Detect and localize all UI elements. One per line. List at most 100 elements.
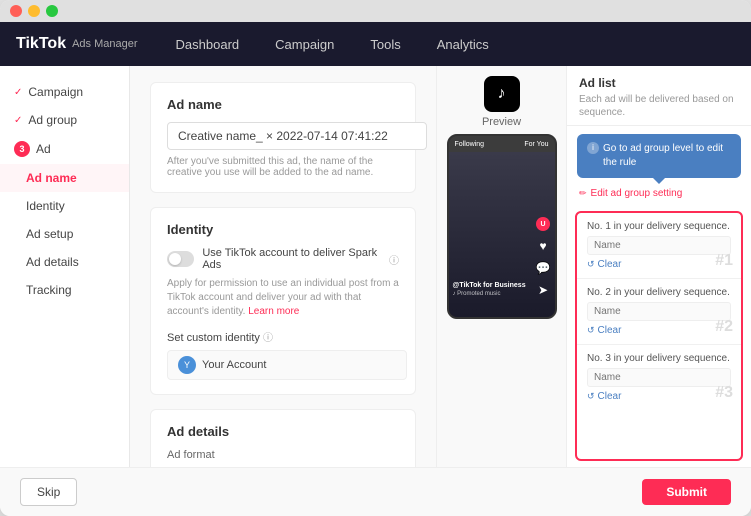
- spark-ads-toggle-row: Use TikTok account to deliver Spark Ads …: [167, 247, 399, 271]
- adlist-item-3: No. 3 in your delivery sequence. ↺ Clear…: [577, 345, 741, 410]
- preview-label: Preview: [482, 116, 521, 128]
- phone-content: @TikTok for Business ♪ Promoted music U …: [449, 152, 555, 317]
- sidebar-item-addetails[interactable]: Ad details: [0, 248, 129, 276]
- share-icon: ➤: [538, 283, 548, 297]
- tiktok-app-icon: ♪: [484, 76, 520, 112]
- tooltip-overlay: i Go to ad group level to edit the rule: [577, 134, 741, 178]
- hint-text-1: Apply for permission to use an individua…: [167, 278, 399, 303]
- phone-preview: Following For You @TikTok for Business ♪…: [447, 134, 557, 319]
- seq-num-3: #3: [715, 384, 733, 402]
- sidebar-item-identity[interactable]: Identity: [0, 192, 129, 220]
- tooltip-text: Go to ad group level to edit the rule: [603, 142, 731, 170]
- account-name: Your Account: [202, 359, 266, 371]
- seq-label-3: No. 3 in your delivery sequence.: [587, 353, 731, 364]
- account-row[interactable]: Y Your Account: [167, 350, 407, 380]
- adname-input-2[interactable]: [587, 302, 731, 321]
- nav-tools[interactable]: Tools: [364, 33, 406, 56]
- main-layout: ✓ Campaign ✓ Ad group 3 Ad Ad name Ident…: [0, 66, 751, 467]
- maximize-btn[interactable]: [46, 5, 58, 17]
- adname-input-3[interactable]: [587, 368, 731, 387]
- close-btn[interactable]: [10, 5, 22, 17]
- clear-btn-1[interactable]: ↺ Clear: [587, 259, 731, 270]
- custom-identity-info-icon: ⓘ: [263, 333, 273, 344]
- custom-identity-label: Set custom identity ⓘ: [167, 329, 399, 344]
- sidebar-item-adsetup[interactable]: Ad setup: [0, 220, 129, 248]
- edit-adgroup-link[interactable]: Edit ad group setting: [587, 188, 687, 199]
- sidebar-item-adgroup[interactable]: ✓ Ad group: [0, 106, 129, 134]
- adname-section: Ad name After you've submitted this ad, …: [150, 82, 416, 193]
- toggle-knob: [169, 253, 181, 265]
- account-avatar: Y: [178, 356, 196, 374]
- sidebar-item-tracking[interactable]: Tracking: [0, 276, 129, 304]
- check-icon: ✓: [14, 87, 22, 98]
- sidebar-item-campaign[interactable]: ✓ Campaign: [0, 78, 129, 106]
- sidebar-label-ad: Ad: [36, 142, 51, 156]
- nav-dashboard[interactable]: Dashboard: [170, 33, 246, 56]
- identity-section: Identity Use TikTok account to deliver S…: [150, 207, 416, 395]
- following-label: Following: [455, 141, 485, 148]
- clear-label-1: Clear: [598, 259, 622, 270]
- brand-logo: TikTok Ads Manager: [16, 35, 138, 53]
- tooltip-content: i Go to ad group level to edit the rule: [587, 142, 731, 170]
- adname-hint: After you've submitted this ad, the name…: [167, 156, 399, 178]
- content-area: Ad name After you've submitted this ad, …: [130, 66, 436, 467]
- adname-title: Ad name: [167, 97, 399, 112]
- submit-button[interactable]: Submit: [642, 479, 731, 505]
- sidebar-item-adname[interactable]: Ad name: [0, 164, 129, 192]
- heart-icon: ♥: [539, 239, 546, 253]
- foryou-label: For You: [524, 141, 548, 148]
- adlist-item-1: No. 1 in your delivery sequence. ↺ Clear…: [577, 213, 741, 279]
- clear-label-3: Clear: [598, 391, 622, 402]
- bottom-bar: Skip Submit: [0, 467, 751, 516]
- edit-pencil-icon: ✏: [579, 188, 587, 199]
- adlist-item-2: No. 2 in your delivery sequence. ↺ Clear…: [577, 279, 741, 345]
- ad-badge: 3: [14, 141, 30, 157]
- sidebar-label-addetails: Ad details: [26, 255, 79, 269]
- adlist-desc: Each ad will be delivered based on seque…: [579, 93, 739, 119]
- adformat-label: Ad format: [167, 449, 399, 461]
- clear-btn-3[interactable]: ↺ Clear: [587, 391, 731, 402]
- adname-input[interactable]: [167, 122, 427, 150]
- clear-icon-2: ↺: [587, 325, 595, 336]
- edit-link-row: ✏ Edit ad group setting: [567, 186, 751, 205]
- titlebar: [0, 0, 751, 22]
- adlist-scroll: No. 1 in your delivery sequence. ↺ Clear…: [575, 211, 743, 461]
- sidebar-label-campaign: Campaign: [28, 85, 83, 99]
- phone-top-bar: Following For You: [449, 136, 555, 152]
- skip-button[interactable]: Skip: [20, 478, 77, 506]
- clear-btn-2[interactable]: ↺ Clear: [587, 325, 731, 336]
- phone-side-icons: U ♥ 💬 ➤: [536, 217, 551, 297]
- sidebar-label-adsetup: Ad setup: [26, 227, 73, 241]
- addetails-title: Ad details: [167, 424, 399, 439]
- info-icon: ⓘ: [389, 252, 399, 267]
- brand-subtitle: Ads Manager: [72, 38, 137, 50]
- comment-icon: 💬: [536, 261, 551, 275]
- seq-num-2: #2: [715, 318, 733, 336]
- spark-ads-label: Use TikTok account to deliver Spark Ads: [202, 247, 381, 271]
- minimize-btn[interactable]: [28, 5, 40, 17]
- clear-icon-1: ↺: [587, 259, 595, 270]
- identity-hint: Apply for permission to use an individua…: [167, 277, 399, 319]
- seq-label-1: No. 1 in your delivery sequence.: [587, 221, 731, 232]
- sidebar-label-identity: Identity: [26, 199, 65, 213]
- nav-analytics[interactable]: Analytics: [431, 33, 495, 56]
- adlist-header: Ad list Each ad will be delivered based …: [567, 66, 751, 126]
- sidebar-item-ad[interactable]: 3 Ad: [0, 134, 129, 164]
- adname-input-1[interactable]: [587, 236, 731, 255]
- seq-label-2: No. 2 in your delivery sequence.: [587, 287, 731, 298]
- brand-name: TikTok: [16, 35, 66, 53]
- sidebar: ✓ Campaign ✓ Ad group 3 Ad Ad name Ident…: [0, 66, 130, 467]
- addetails-section: Ad details Ad format ▶ Single video Crea…: [150, 409, 416, 467]
- check-icon-2: ✓: [14, 115, 22, 126]
- user-avatar: U: [536, 217, 550, 231]
- nav-campaign[interactable]: Campaign: [269, 33, 340, 56]
- preview-panel: ♪ Preview Following For You @TikTok for …: [436, 66, 566, 467]
- learn-more-link[interactable]: Learn more: [248, 306, 299, 317]
- tooltip-arrow: [653, 178, 665, 184]
- identity-title: Identity: [167, 222, 399, 237]
- spark-ads-toggle[interactable]: [167, 251, 194, 267]
- seq-num-1: #1: [715, 252, 733, 270]
- sidebar-label-tracking: Tracking: [26, 283, 72, 297]
- tooltip-info-icon: i: [587, 142, 599, 154]
- adlist-title: Ad list: [579, 76, 739, 90]
